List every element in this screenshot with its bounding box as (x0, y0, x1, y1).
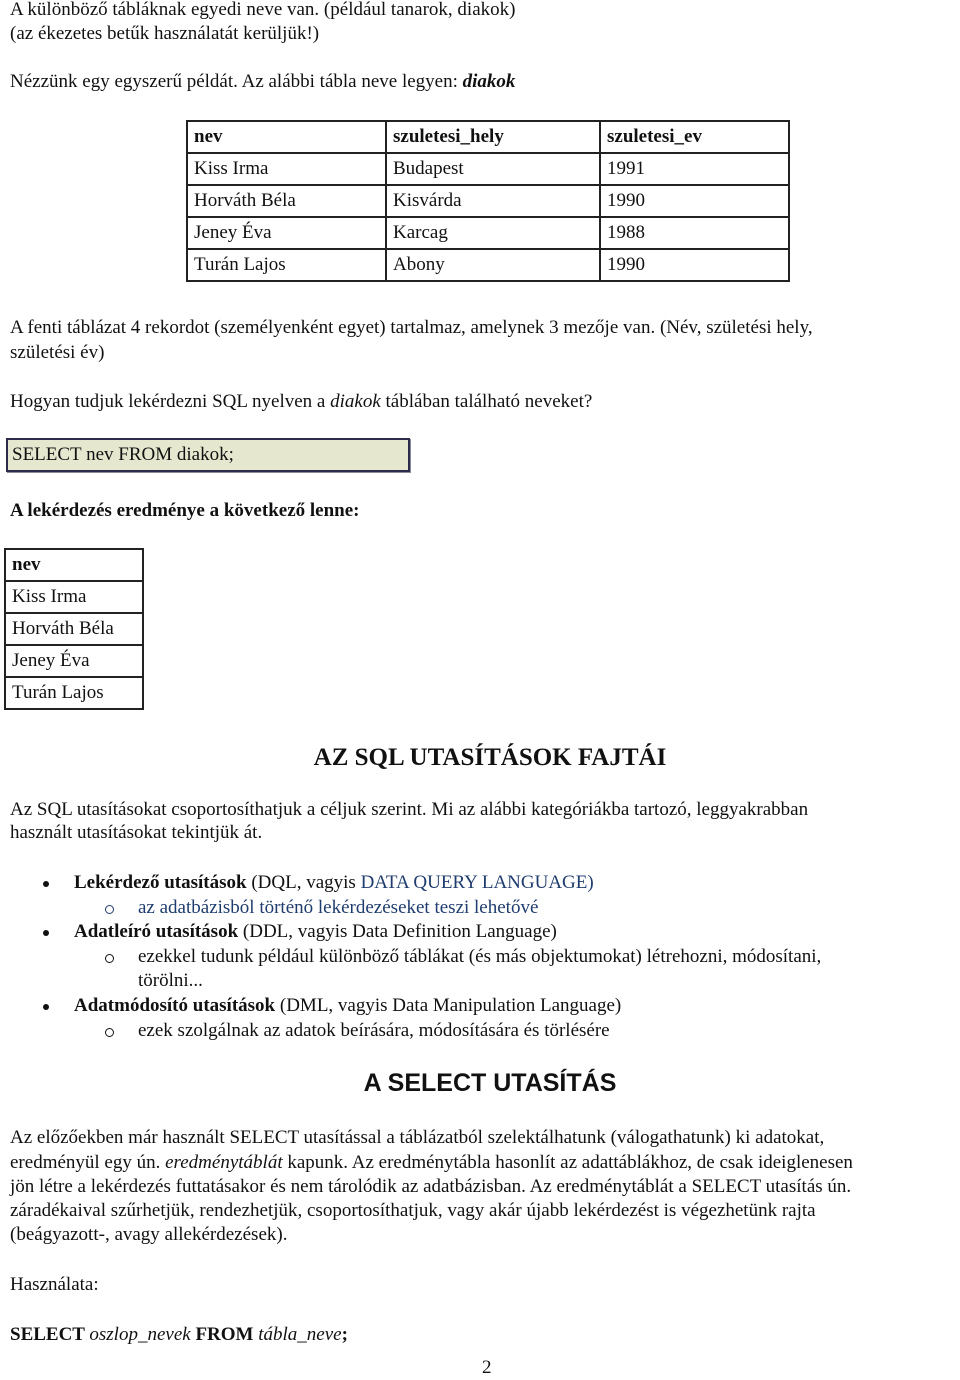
example-intro-text: Nézzünk egy egyszerű példát. Az alábbi t… (10, 71, 463, 92)
table-cell: 1991 (599, 152, 790, 186)
section-title-select: A SELECT UTASÍTÁS (363, 1069, 617, 1097)
intro-line-2: (az ékezetes betűk használatát kerüljük!… (10, 23, 320, 44)
table-row: Turán Lajos (4, 676, 144, 710)
syntax-terminator: ; (341, 1324, 348, 1345)
description-line-2: születési év) (10, 342, 105, 363)
list-item-text: (DQL, vagyis (246, 872, 361, 893)
select-syntax: SELECT oszlop_nevek FROM tábla_neve; (10, 1323, 348, 1347)
table-header-cell: nev (186, 120, 387, 154)
table-cell: Turán Lajos (186, 248, 387, 282)
table-row: Horváth Béla Kisvárda 1990 (186, 184, 790, 218)
list-item-text: (DML, vagyis Data Manipulation Language) (275, 995, 622, 1016)
bullet-icon (43, 930, 49, 936)
list-item-text: (DDL, vagyis Data Definition Language) (238, 921, 557, 942)
table-header-row: nev szuletesi_hely szuletesi_ev (186, 120, 790, 154)
table-cell: Turán Lajos (4, 676, 144, 710)
table-cell: Karcag (385, 216, 601, 250)
table-cell: Horváth Béla (186, 184, 387, 218)
page-number: 2 (482, 1357, 492, 1378)
list-item-title: Lekérdező utasítások (74, 872, 247, 893)
table-row: Horváth Béla (4, 612, 144, 646)
bullet-icon (43, 1004, 49, 1010)
example-intro: Nézzünk egy egyszerű példát. Az alábbi t… (10, 70, 515, 94)
question-suffix: táblában található neveket? (380, 391, 593, 412)
list-item-ddl: Adatleíró utasítások (DDL, vagyis Data D… (74, 920, 557, 944)
table-cell: Kiss Irma (186, 152, 387, 186)
sql-code-box: SELECT nev FROM diakok; (6, 438, 410, 472)
syntax-argument: oszlop_nevek (89, 1324, 191, 1345)
sub-item-ddl-line-2: törölni... (138, 970, 203, 991)
table-header-row: nev (4, 548, 144, 582)
question-table-name: diakok (330, 391, 381, 412)
table-row: Jeney Éva Karcag 1988 (186, 216, 790, 250)
circle-bullet-icon (105, 954, 114, 963)
question: Hogyan tudjuk lekérdezni SQL nyelven a d… (10, 390, 592, 414)
select-paragraph-line-4: záradékaival szűrhetjük, rendezhetjük, c… (10, 1200, 816, 1221)
table-cell: Jeney Éva (4, 644, 144, 678)
select-paragraph-line-5: (beágyazott-, avagy allekérdezések). (10, 1224, 288, 1245)
table-cell: Kisvárda (385, 184, 601, 218)
list-item-title: Adatleíró utasítások (74, 921, 239, 942)
text-segment: kapunk. Az eredménytábla hasonlít az ada… (282, 1152, 853, 1173)
description-line-1: A fenti táblázat 4 rekordot (személyenké… (10, 317, 813, 338)
result-heading: A lekérdezés eredménye a következő lenne… (10, 500, 360, 521)
types-intro-line-2: használt utasításokat tekintjük át. (10, 822, 263, 843)
usage-label: Használata: (10, 1274, 99, 1295)
text-segment: eredményül egy ún. (10, 1152, 166, 1173)
example-table-name: diakok (462, 71, 516, 92)
intro-line-1: A különböző tábláknak egyedi neve van. (… (10, 0, 516, 20)
section-title-sql-types: AZ SQL UTASÍTÁSOK FAJTÁI (313, 744, 667, 771)
table-cell: 1990 (599, 248, 790, 282)
table-cell: Horváth Béla (4, 612, 144, 646)
diakok-table: nev szuletesi_hely szuletesi_ev Kiss Irm… (186, 120, 790, 282)
circle-bullet-icon (105, 1028, 114, 1037)
select-paragraph-line-3: jön létre a lekérdezés futtatásakor és n… (10, 1176, 852, 1197)
table-cell: Budapest (385, 152, 601, 186)
list-item-title: Adatmódosító utasítások (74, 995, 276, 1016)
syntax-keyword: FROM (190, 1324, 259, 1345)
table-row: Kiss Irma Budapest 1991 (186, 152, 790, 186)
select-paragraph-line-1: Az előzőekben már használt SELECT utasít… (10, 1127, 825, 1148)
list-item-dql: Lekérdező utasítások (DQL, vagyis DATA Q… (74, 871, 594, 895)
table-header-cell: nev (4, 548, 144, 582)
table-cell: 1990 (599, 184, 790, 218)
select-paragraph-line-2: eredményül egy ún. eredménytáblát kapunk… (10, 1151, 853, 1175)
table-cell: Jeney Éva (186, 216, 387, 250)
table-cell: 1988 (599, 216, 790, 250)
table-row: Kiss Irma (4, 580, 144, 614)
syntax-keyword: SELECT (10, 1324, 90, 1345)
types-intro-line-1: Az SQL utasításokat csoportosíthatjuk a … (10, 799, 809, 820)
table-row: Jeney Éva (4, 644, 144, 678)
circle-bullet-icon (105, 905, 114, 914)
sub-item-dml: ezek szolgálnak az adatok beírására, mód… (138, 1020, 610, 1041)
sub-item-ddl-line-1: ezekkel tudunk például különböző tábláka… (138, 946, 822, 967)
syntax-argument: tábla_neve (258, 1324, 342, 1345)
table-row: Turán Lajos Abony 1990 (186, 248, 790, 282)
list-item-text-highlight: DATA QUERY LANGUAGE) (360, 872, 594, 893)
text-emphasis: eredménytáblát (165, 1152, 283, 1173)
sub-item-dql: az adatbázisból történő lekérdezéseket t… (138, 897, 539, 918)
list-item-dml: Adatmódosító utasítások (DML, vagyis Dat… (74, 994, 621, 1018)
question-prefix: Hogyan tudjuk lekérdezni SQL nyelven a (10, 391, 331, 412)
table-header-cell: szuletesi_ev (599, 120, 790, 154)
table-cell: Kiss Irma (4, 580, 144, 614)
table-header-cell: szuletesi_hely (385, 120, 601, 154)
result-table: nev Kiss Irma Horváth Béla Jeney Éva Tur… (4, 548, 144, 710)
table-cell: Abony (385, 248, 601, 282)
bullet-icon (43, 881, 49, 887)
